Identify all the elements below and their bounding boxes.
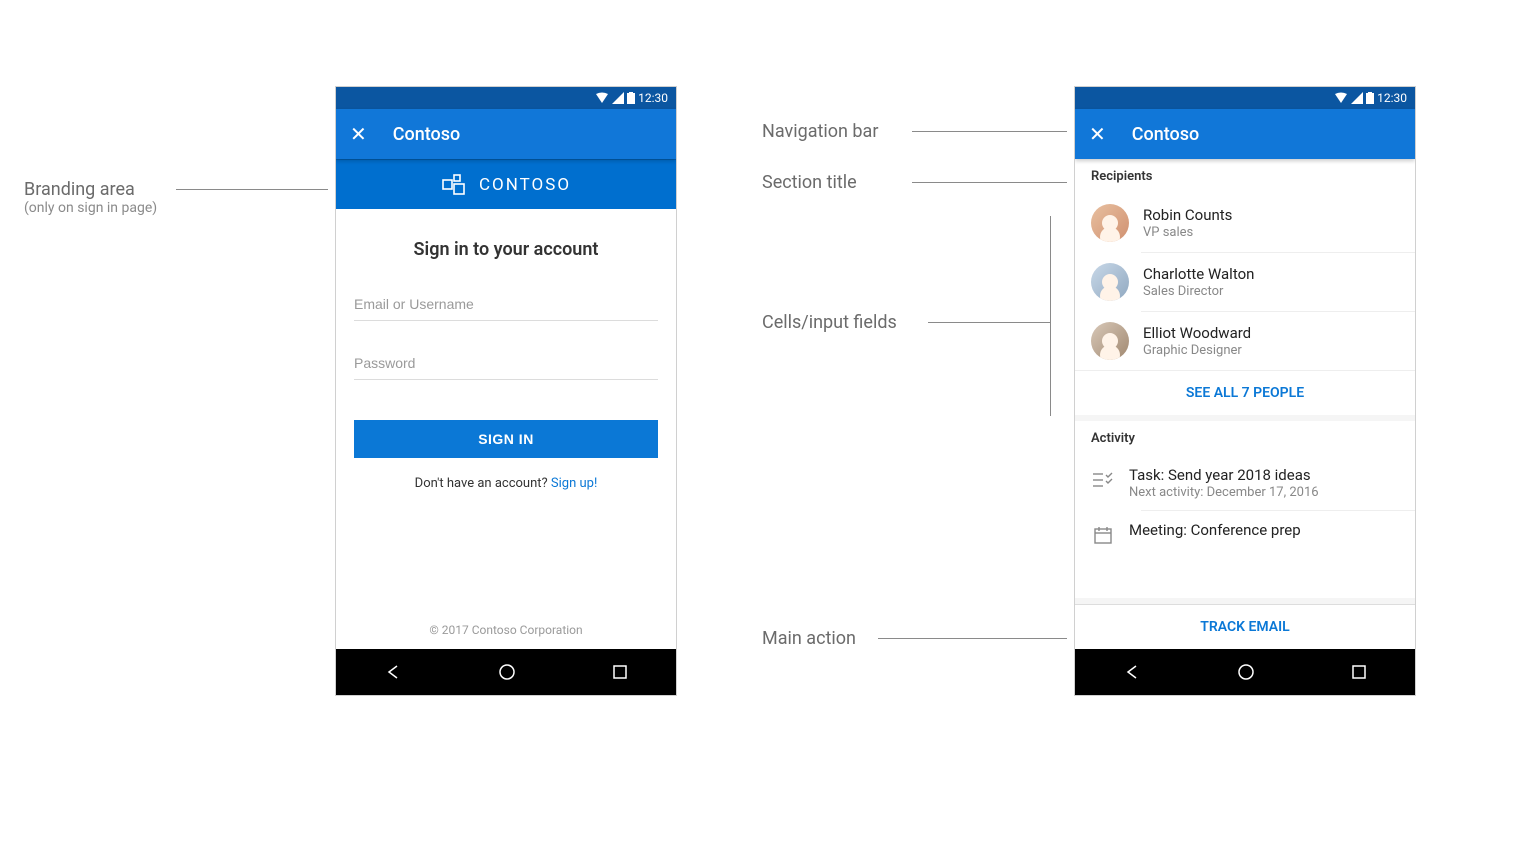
close-icon[interactable]: ✕ — [1089, 124, 1106, 144]
annotation-bracket — [1050, 216, 1051, 416]
section-title-recipients: Recipients — [1075, 159, 1415, 194]
annotation-section-title: Section title — [762, 172, 857, 193]
status-bar: 12:30 — [1075, 87, 1415, 109]
nav-title: Contoso — [1132, 124, 1199, 145]
home-icon[interactable] — [498, 663, 516, 681]
annotation-subtext: (only on sign in page) — [24, 200, 157, 216]
recents-icon[interactable] — [1352, 665, 1366, 679]
navigation-bar: ✕ Contoso — [336, 109, 676, 159]
signin-button[interactable]: SIGN IN — [354, 420, 658, 458]
email-field[interactable] — [354, 288, 658, 321]
annotation-line — [878, 638, 1067, 639]
wifi-icon — [595, 92, 609, 104]
branding-bar: CONTOSO — [336, 159, 676, 209]
list-item[interactable]: Task: Send year 2018 ideas Next activity… — [1075, 456, 1415, 510]
home-icon[interactable] — [1237, 663, 1255, 681]
phone-mockup-signin: 12:30 ✕ Contoso CONTOSO Sign in to your … — [335, 86, 677, 696]
signal-icon — [1351, 92, 1363, 104]
activity-title: Task: Send year 2018 ideas — [1129, 466, 1319, 484]
person-name: Robin Counts — [1143, 206, 1232, 224]
wifi-icon — [1334, 92, 1348, 104]
signup-line: Don't have an account? Sign up! — [354, 476, 658, 491]
annotation-cells: Cells/input fields — [762, 312, 897, 333]
activity-title: Meeting: Conference prep — [1129, 521, 1301, 539]
list-item[interactable]: Meeting: Conference prep — [1075, 511, 1415, 557]
scroll-body: Recipients Robin Counts VP sales Charlot… — [1075, 159, 1415, 649]
person-name: Elliot Woodward — [1143, 324, 1251, 342]
list-item[interactable]: Charlotte Walton Sales Director — [1075, 253, 1415, 311]
android-nav-bar — [336, 649, 676, 695]
back-icon[interactable] — [385, 664, 401, 680]
password-field[interactable] — [354, 347, 658, 380]
person-role: Sales Director — [1143, 284, 1254, 299]
annotation-main-action: Main action — [762, 628, 856, 649]
annotation-line — [928, 322, 1050, 323]
avatar — [1091, 204, 1129, 242]
status-time: 12:30 — [638, 91, 668, 105]
nav-title: Contoso — [393, 124, 460, 145]
avatar — [1091, 263, 1129, 301]
status-bar: 12:30 — [336, 87, 676, 109]
copyright-text: © 2017 Contoso Corporation — [354, 623, 658, 637]
see-all-people-button[interactable]: SEE ALL 7 PEOPLE — [1075, 370, 1415, 415]
person-role: Graphic Designer — [1143, 343, 1251, 358]
activity-card: Activity Task: Send year 2018 ideas Next… — [1075, 421, 1415, 598]
annotation-text: Branding area — [24, 179, 157, 200]
list-item[interactable]: Elliot Woodward Graphic Designer — [1075, 312, 1415, 370]
annotation-line — [176, 189, 328, 190]
section-title-activity: Activity — [1075, 421, 1415, 456]
recents-icon[interactable] — [613, 665, 627, 679]
android-nav-bar — [1075, 649, 1415, 695]
annotation-navbar: Navigation bar — [762, 121, 878, 142]
calendar-icon — [1091, 523, 1115, 547]
recipients-card: Recipients Robin Counts VP sales Charlot… — [1075, 159, 1415, 415]
avatar — [1091, 322, 1129, 360]
annotation-line — [912, 182, 1067, 183]
annotation-line — [912, 131, 1067, 132]
task-icon — [1091, 468, 1115, 492]
signup-link[interactable]: Sign up! — [551, 476, 597, 491]
annotation-branding-area: Branding area (only on sign in page) — [24, 179, 157, 216]
navigation-bar: ✕ Contoso — [1075, 109, 1415, 159]
person-role: VP sales — [1143, 225, 1232, 240]
close-icon[interactable]: ✕ — [350, 124, 367, 144]
person-name: Charlotte Walton — [1143, 265, 1254, 283]
brand-logo-icon — [441, 172, 467, 198]
back-icon[interactable] — [1124, 664, 1140, 680]
signup-text: Don't have an account? — [415, 476, 551, 491]
list-item[interactable]: Robin Counts VP sales — [1075, 194, 1415, 252]
battery-icon — [627, 92, 635, 104]
signin-heading: Sign in to your account — [354, 239, 658, 260]
battery-icon — [1366, 92, 1374, 104]
brand-label: CONTOSO — [479, 175, 571, 195]
signal-icon — [612, 92, 624, 104]
status-time: 12:30 — [1377, 91, 1407, 105]
signin-body: Sign in to your account SIGN IN Don't ha… — [336, 209, 676, 649]
phone-mockup-list: 12:30 ✕ Contoso Recipients Robin Counts … — [1074, 86, 1416, 696]
activity-sub: Next activity: December 17, 2016 — [1129, 485, 1319, 500]
track-email-button[interactable]: TRACK EMAIL — [1075, 604, 1415, 649]
